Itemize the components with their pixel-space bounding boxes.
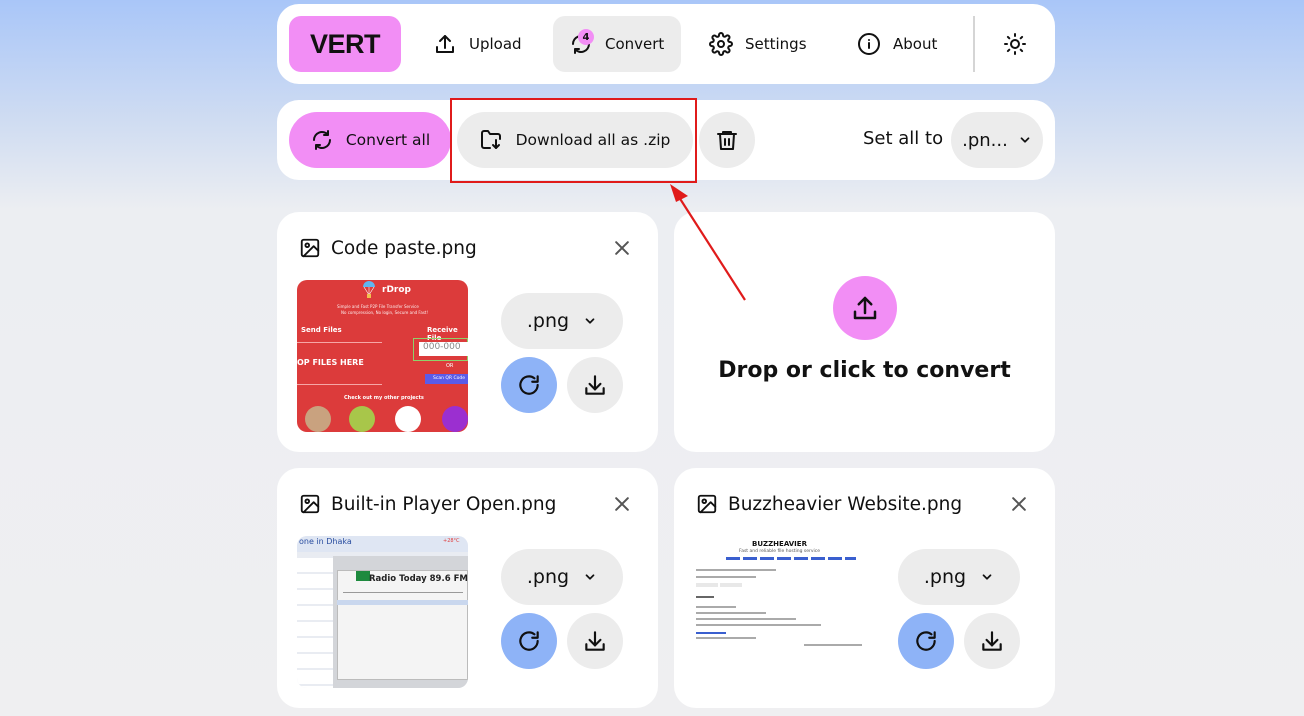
parachute-icon: [363, 280, 375, 298]
convert-all-button[interactable]: Convert all: [289, 112, 451, 168]
settings-nav-label: Settings: [745, 35, 807, 53]
arrow-head: [670, 184, 688, 202]
rdrop-or: OR: [446, 363, 454, 369]
project-avatar: [305, 406, 331, 432]
file-name: Buzzheavier Website.png: [728, 493, 963, 515]
convert-file-button[interactable]: [501, 357, 557, 413]
close-icon: [1012, 497, 1026, 511]
rdrop-scan: Scan QR Code: [425, 374, 468, 384]
file-name: Code paste.png: [331, 237, 477, 259]
theme-toggle-button[interactable]: [999, 28, 1031, 60]
format-select[interactable]: .png: [501, 293, 623, 349]
download-icon: [585, 631, 605, 651]
upload-icon: [436, 35, 454, 53]
download-file-button[interactable]: [567, 613, 623, 669]
convert-nav-label: Convert: [605, 35, 665, 53]
drop-zone[interactable]: Drop or click to convert: [674, 212, 1055, 452]
download-zip-label: Download all as .zip: [515, 131, 671, 149]
format-value: .png: [526, 310, 570, 332]
rdrop-send: Send Files: [301, 326, 342, 334]
conversion-toolbar: Convert all Download all as .zip Set all…: [277, 100, 1055, 180]
download-icon: [585, 375, 605, 395]
image-icon: [300, 494, 320, 514]
download-zip-button[interactable]: Download all as .zip: [457, 112, 693, 168]
project-avatar: [395, 406, 421, 432]
upload-circle: [833, 276, 897, 340]
refresh-icon: [312, 130, 331, 150]
remove-file-button[interactable]: [612, 238, 632, 258]
rdrop-tagline2: No compression, No login, Secure and Fas…: [341, 310, 429, 315]
rdrop-code: 000-000: [419, 342, 468, 356]
radio-temp: +28°C: [443, 538, 460, 544]
convert-file-button[interactable]: [898, 613, 954, 669]
rotate-icon: [916, 631, 936, 651]
file-thumbnail: rDrop Simple and Fast P2P File Transfer …: [297, 280, 468, 432]
convert-all-label: Convert all: [345, 131, 431, 149]
format-select[interactable]: .png: [501, 549, 623, 605]
file-thumbnail: one in Dhaka +28°C Radio Today 89.6 FM -…: [297, 536, 468, 688]
folder-download-icon: [480, 130, 501, 149]
chevron-down-icon: [1020, 137, 1030, 143]
file-name: Built-in Player Open.png: [331, 493, 557, 515]
chevron-down-icon: [982, 574, 992, 580]
download-icon: [982, 631, 1002, 651]
set-all-label: Set all to: [863, 128, 944, 149]
download-file-button[interactable]: [567, 357, 623, 413]
convert-nav-button[interactable]: 4 Convert: [553, 16, 681, 72]
format-value: .png: [526, 566, 570, 588]
vert-logo[interactable]: VERT: [289, 16, 401, 72]
rotate-icon: [519, 631, 539, 651]
rdrop-tagline: Simple and Fast P2P File Transfer Servic…: [337, 304, 419, 309]
upload-nav-button[interactable]: Upload: [417, 16, 538, 72]
image-icon: [300, 238, 320, 258]
radio-station: Radio Today 89.6 FM - ঢাকা,: [369, 574, 468, 584]
delete-all-button[interactable]: [699, 112, 755, 168]
set-all-format-select[interactable]: .pn...: [951, 112, 1043, 168]
rdrop-title: rDrop: [382, 285, 411, 295]
rotate-icon: [519, 375, 539, 395]
trash-icon: [717, 131, 737, 150]
rdrop-drop: OP FILES HERE: [297, 358, 364, 367]
project-avatar: [349, 406, 375, 432]
drop-zone-label: Drop or click to convert: [718, 358, 1011, 383]
top-nav: VERT Upload 4 Convert Settings About: [277, 4, 1055, 84]
buzz-subtitle: Fast and reliable file hosting service: [739, 549, 820, 554]
image-icon: [697, 494, 717, 514]
rdrop-projects: Check out my other projects: [344, 395, 424, 401]
convert-count-badge: 4: [578, 29, 594, 45]
upload-nav-label: Upload: [469, 35, 522, 53]
about-nav-button[interactable]: About: [841, 16, 953, 72]
file-card: Built-in Player Open.png one in Dhaka +2…: [277, 468, 658, 708]
chevron-down-icon: [585, 318, 595, 324]
file-card: Code paste.png rDrop Simple and Fast P2P…: [277, 212, 658, 452]
buzz-title: BUZZHEAVIER: [752, 540, 807, 548]
remove-file-button[interactable]: [1009, 494, 1029, 514]
remove-file-button[interactable]: [612, 494, 632, 514]
upload-icon: [853, 296, 877, 320]
gear-icon: [709, 32, 733, 56]
sun-icon: [1004, 33, 1026, 55]
convert-file-button[interactable]: [501, 613, 557, 669]
format-value: .png: [923, 566, 967, 588]
settings-nav-button[interactable]: Settings: [693, 16, 823, 72]
flag-icon: [356, 571, 370, 581]
download-file-button[interactable]: [964, 613, 1020, 669]
project-avatar: [442, 406, 468, 432]
close-icon: [615, 497, 629, 511]
info-icon: [858, 33, 880, 55]
file-card: Buzzheavier Website.png BUZZHEAVIER Fast…: [674, 468, 1055, 708]
nav-divider: [973, 16, 975, 72]
chevron-down-icon: [585, 574, 595, 580]
close-icon: [615, 241, 629, 255]
radio-heading: one in Dhaka: [299, 537, 352, 546]
about-nav-label: About: [893, 35, 938, 53]
file-thumbnail: BUZZHEAVIER Fast and reliable file hosti…: [694, 536, 865, 688]
format-select[interactable]: .png: [898, 549, 1020, 605]
set-all-format-value: .pn...: [962, 129, 1008, 151]
